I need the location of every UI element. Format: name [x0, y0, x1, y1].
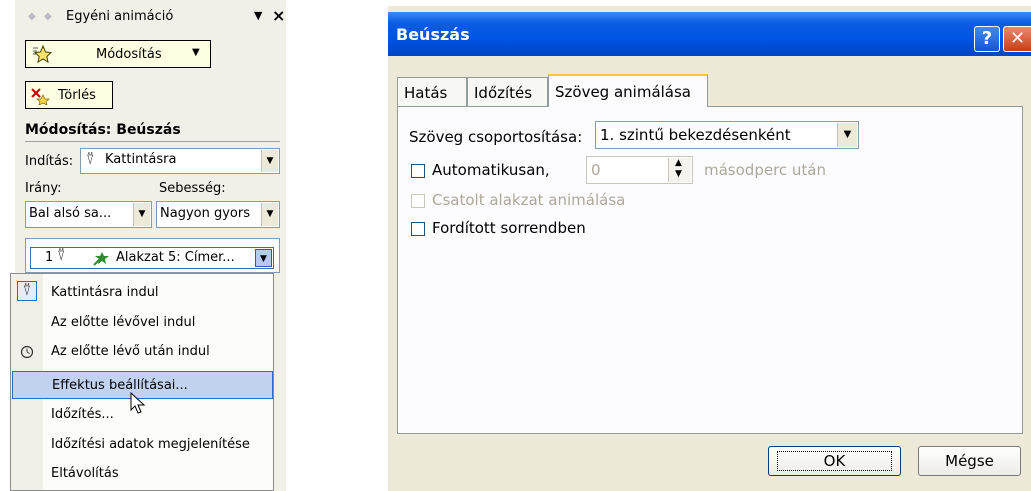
effect-list-item[interactable]: 1 ⍢ Alakzat 5: Címer... ▼ — [30, 247, 274, 269]
mouse-pointer-icon — [130, 392, 146, 414]
menu-item-label: Időzítési adatok megjelenítése — [51, 437, 250, 452]
back-arrow-icon[interactable]: ◆ — [28, 12, 38, 22]
chevron-down-icon[interactable]: ▼ — [255, 249, 272, 267]
reverse-order-label: Fordított sorrendben — [432, 219, 586, 237]
attached-shape-label: Csatolt alakzat animálása — [432, 191, 626, 209]
effect-item-label: Alakzat 5: Címer... — [116, 250, 235, 265]
tab-effect[interactable]: Hatás — [397, 77, 467, 106]
speed-value: Nagyon gyors — [160, 206, 250, 221]
change-effect-button[interactable]: Módosítás ▼ — [25, 40, 211, 68]
group-text-dropdown[interactable]: 1. szintű bekezdésenként ▼ — [595, 121, 859, 149]
group-text-value: 1. szintű bekezdésenként — [600, 126, 791, 144]
menu-item-start-with-previous[interactable]: Az előtte lévővel indul — [11, 308, 273, 336]
fly-in-effect-icon — [93, 252, 109, 266]
group-text-label: Szöveg csoportosítása: — [409, 128, 583, 146]
spin-up-icon[interactable]: ▲ — [675, 158, 682, 168]
menu-item-label: Eltávolítás — [51, 466, 119, 481]
chevron-down-icon[interactable]: ▼ — [261, 150, 278, 172]
reverse-order-checkbox[interactable] — [411, 222, 425, 236]
mouse-icon: ⍢ — [86, 152, 95, 168]
direction-value: Bal alsó sa... — [29, 206, 112, 221]
pane-title: Egyéni animáció — [66, 9, 174, 24]
delete-effect-button[interactable]: Törlés — [25, 81, 113, 109]
menu-item-label: Kattintásra indul — [51, 285, 159, 300]
tab-label: Szöveg animálása — [555, 83, 692, 101]
section-title: Módosítás: Beúszás — [25, 122, 181, 138]
spin-down-icon[interactable]: ▼ — [675, 169, 682, 179]
menu-item-remove[interactable]: Eltávolítás — [11, 459, 273, 487]
tab-label: Időzítés — [474, 84, 533, 102]
custom-animation-pane: ◆ ◆ Egyéni animáció ▼ × Módosítás ▼ Törl… — [6, 0, 289, 491]
auto-seconds-spinner[interactable]: 0 ▲ ▼ — [586, 156, 693, 184]
forward-arrow-icon[interactable]: ◆ — [44, 12, 54, 22]
auto-label: Automatikusan, — [432, 161, 550, 179]
dialog-titlebar: Beúszás ? ✕ — [388, 12, 1031, 56]
ok-button[interactable]: OK — [768, 446, 901, 476]
attached-shape-checkbox[interactable] — [411, 194, 425, 208]
chevron-down-icon: ▼ — [192, 47, 200, 58]
direction-dropdown[interactable]: Bal alsó sa... ▼ — [25, 201, 152, 228]
menu-item-start-on-click[interactable]: ⍢ Kattintásra indul — [11, 278, 273, 306]
menu-item-show-timeline[interactable]: Időzítési adatok megjelenítése — [11, 430, 273, 458]
pane-menu-icon[interactable]: ▼ — [254, 9, 262, 22]
menu-item-label: Az előtte lévő után indul — [51, 344, 210, 359]
start-dropdown[interactable]: ⍢ Kattintásra ▼ — [80, 148, 280, 174]
chevron-down-icon[interactable]: ▼ — [837, 123, 857, 147]
tab-label: Hatás — [404, 84, 448, 102]
speed-label: Sebesség: — [159, 181, 226, 196]
speed-dropdown[interactable]: Nagyon gyors ▼ — [156, 201, 280, 228]
star-icon — [33, 45, 52, 63]
auto-seconds-value: 0 — [591, 161, 601, 179]
start-label: Indítás: — [25, 154, 74, 169]
chevron-down-icon[interactable]: ▼ — [133, 203, 150, 226]
divider — [25, 141, 280, 142]
ok-label: OK — [776, 451, 893, 471]
cancel-button[interactable]: Mégse — [918, 446, 1021, 476]
menu-item-label: Effektus beállításai... — [52, 378, 188, 393]
pane-close-icon[interactable]: × — [272, 6, 285, 25]
fly-in-dialog: Beúszás ? ✕ Hatás Időzítés Szöveg animál… — [388, 6, 1031, 491]
pane-header: ◆ ◆ Egyéni animáció ▼ × — [24, 6, 286, 28]
tab-panel: Szöveg csoportosítása: 1. szintű bekezdé… — [397, 106, 1023, 434]
change-button-label: Módosítás — [96, 47, 162, 62]
tab-text-animation[interactable]: Szöveg animálása — [548, 74, 708, 107]
clock-icon — [20, 345, 34, 359]
effect-context-menu: ⍢ Kattintásra indul Az előtte lévővel in… — [10, 273, 274, 491]
tab-timing[interactable]: Időzítés — [467, 77, 548, 106]
mouse-icon: ⍢ — [57, 248, 66, 264]
direction-label: Irány: — [25, 181, 62, 196]
dialog-title: Beúszás — [396, 25, 470, 44]
mouse-icon: ⍢ — [17, 281, 37, 301]
auto-suffix: másodperc után — [704, 161, 827, 179]
effect-item-number: 1 — [45, 250, 54, 265]
chevron-down-icon[interactable]: ▼ — [261, 203, 278, 226]
cancel-label: Mégse — [945, 452, 994, 470]
help-icon: ? — [981, 28, 993, 49]
start-value: Kattintásra — [105, 152, 177, 167]
spinner-buttons[interactable]: ▲ ▼ — [668, 158, 691, 182]
delete-button-label: Törlés — [58, 88, 96, 103]
auto-checkbox[interactable] — [411, 164, 425, 178]
help-button[interactable]: ? — [974, 26, 1000, 52]
close-button[interactable]: ✕ — [1003, 26, 1031, 52]
menu-item-label: Időzítés... — [51, 407, 114, 422]
menu-item-label: Az előtte lévővel indul — [51, 315, 196, 330]
delete-icon — [31, 88, 50, 105]
menu-item-start-after-previous[interactable]: Az előtte lévő után indul — [11, 337, 273, 365]
close-icon: ✕ — [1009, 28, 1026, 49]
